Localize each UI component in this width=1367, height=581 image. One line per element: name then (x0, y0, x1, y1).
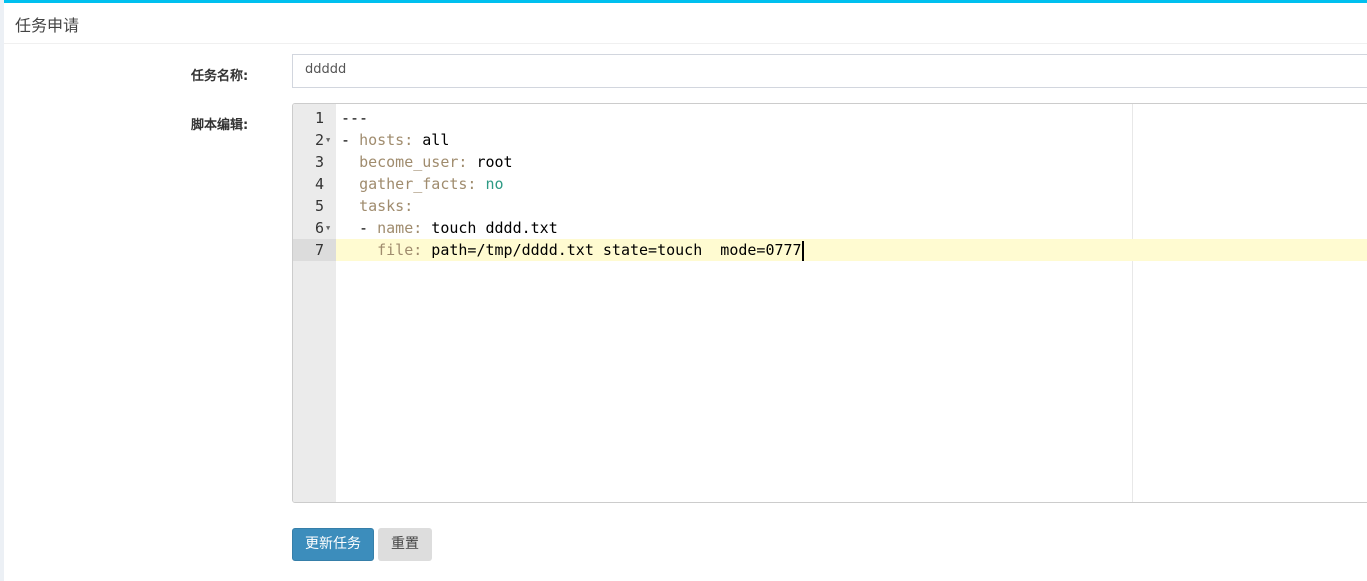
code-text: become_user: root (341, 151, 513, 173)
fold-arrow-icon[interactable]: ▼ (326, 217, 330, 239)
line-number: 3 (314, 153, 324, 171)
code-token: touch dddd.txt (422, 219, 558, 237)
line-number: 5 (314, 197, 324, 215)
code-token: root (467, 153, 513, 171)
code-token: become_user: (359, 153, 468, 171)
code-token: - (341, 131, 360, 149)
line-number: 4 (314, 175, 324, 193)
code-token: path=/tmp/dddd.txt state=touch mode=0777 (422, 241, 802, 259)
code-token: hosts: (359, 131, 414, 149)
code-line[interactable]: 4 gather_facts: no (293, 173, 1367, 195)
script-editor[interactable]: 1 --- 2 ▼ - hosts: all 3 become_user: root 4 g… (292, 103, 1367, 503)
code-text: --- (341, 107, 368, 129)
text-cursor (801, 240, 804, 261)
update-task-button[interactable]: 更新任务 (292, 528, 374, 561)
reset-button[interactable]: 重置 (378, 528, 432, 561)
line-number: 2 (314, 131, 324, 149)
code-token: file: (377, 241, 423, 259)
task-name-input[interactable]: ddddd (292, 54, 1367, 88)
code-text: gather_facts: no (341, 173, 504, 195)
code-line[interactable]: 5 tasks: (293, 195, 1367, 217)
code-token: no (476, 175, 504, 193)
code-line[interactable]: 1 --- (293, 107, 1367, 129)
code-text: file: path=/tmp/dddd.txt state=touch mod… (341, 239, 804, 261)
code-token: all (413, 131, 450, 149)
line-number: 1 (314, 109, 324, 127)
code-token: gather_facts: (359, 175, 477, 193)
code-token: --- (341, 109, 369, 127)
code-line[interactable]: 7 file: path=/tmp/dddd.txt state=touch m… (293, 239, 1367, 261)
task-application-panel: 任务申请 任务名称: ddddd 脚本编辑: 1 --- 2 ▼ - hosts: al… (4, 0, 1367, 581)
line-number: 7 (293, 239, 336, 261)
task-name-label: 任务名称: (191, 69, 249, 84)
code-line[interactable]: 6 ▼ - name: touch dddd.txt (293, 217, 1367, 239)
code-text: - hosts: all (341, 129, 449, 151)
code-token: tasks: (359, 197, 414, 215)
fold-arrow-icon[interactable]: ▼ (326, 129, 330, 151)
code-text: tasks: (341, 195, 413, 217)
code-line[interactable]: 3 become_user: root (293, 151, 1367, 173)
code-line[interactable]: 2 ▼ - hosts: all (293, 129, 1367, 151)
script-editor-label: 脚本编辑: (191, 118, 249, 133)
code-token: name: (377, 219, 423, 237)
code-token: - (341, 219, 378, 237)
panel-title: 任务申请 (4, 3, 1367, 44)
code-text: - name: touch dddd.txt (341, 217, 558, 239)
line-number: 6 (314, 219, 324, 237)
